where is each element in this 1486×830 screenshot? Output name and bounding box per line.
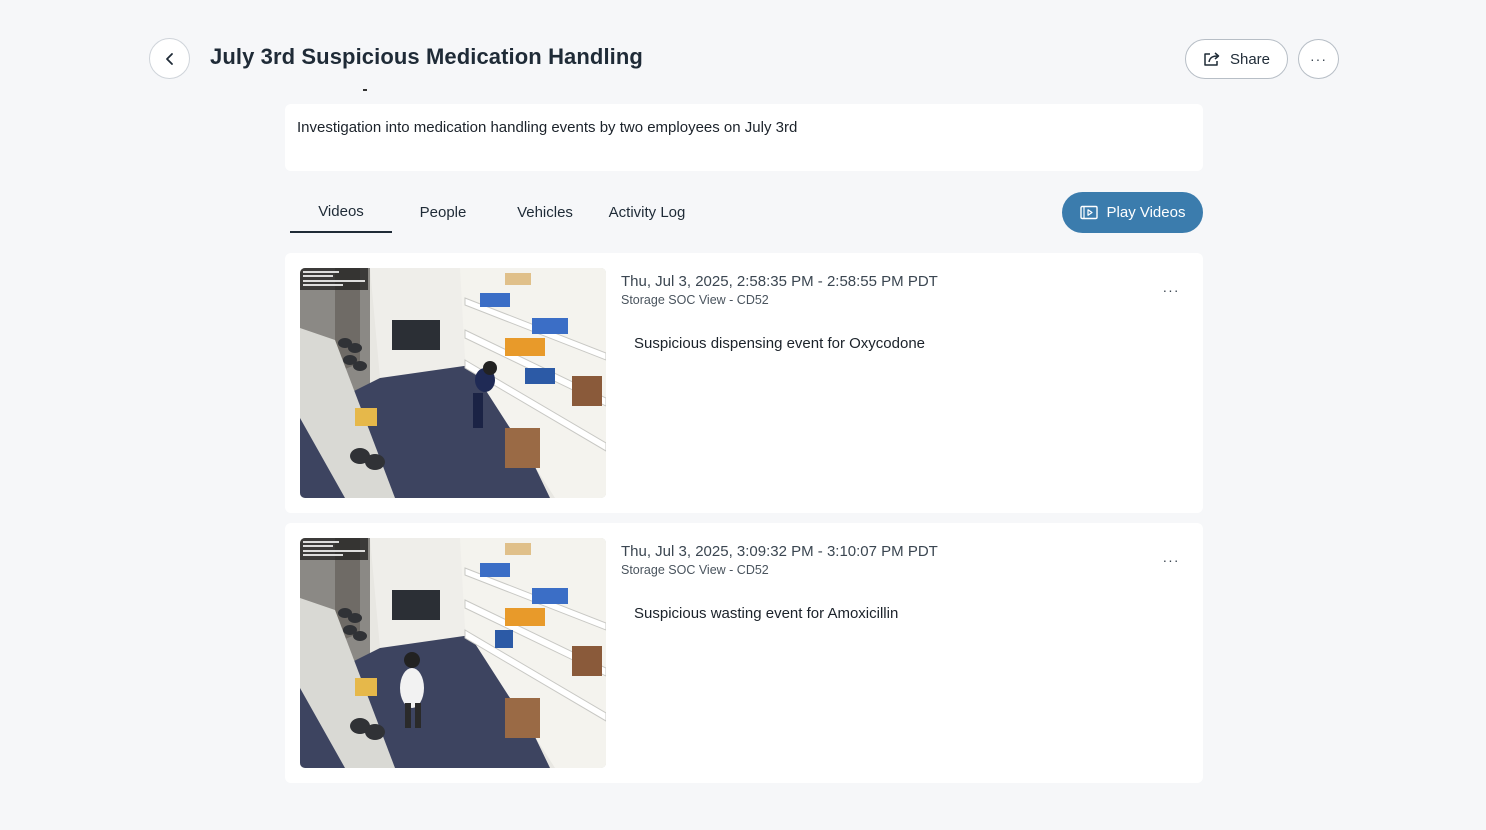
tab-activity-log[interactable]: Activity Log xyxy=(596,192,698,233)
event-camera-name: Storage SOC View - CD52 xyxy=(621,293,769,307)
event-time-range: Thu, Jul 3, 2025, 2:58:35 PM - 2:58:55 P… xyxy=(621,273,938,290)
event-description: Suspicious wasting event for Amoxicillin xyxy=(634,605,899,622)
tab-vehicles[interactable]: Vehicles xyxy=(494,192,596,233)
event-camera-name: Storage SOC View - CD52 xyxy=(621,563,769,577)
video-thumbnail[interactable] xyxy=(300,268,606,498)
play-videos-button[interactable]: Play Videos xyxy=(1062,192,1203,233)
share-button[interactable]: Share xyxy=(1185,39,1288,79)
description-card: Investigation into medication handling e… xyxy=(285,104,1203,171)
page-title: July 3rd Suspicious Medication Handling xyxy=(210,44,643,69)
page-more-button[interactable]: ··· xyxy=(1298,39,1339,79)
chevron-left-icon xyxy=(165,52,173,65)
event-time-range: Thu, Jul 3, 2025, 3:09:32 PM - 3:10:07 P… xyxy=(621,543,938,560)
tab-people-label: People xyxy=(419,204,467,221)
event-more-button[interactable]: ··· xyxy=(1159,280,1183,300)
event-description: Suspicious dispensing event for Oxycodon… xyxy=(634,335,926,352)
divider-mark xyxy=(363,89,367,91)
tab-activity-log-label: Activity Log xyxy=(608,204,686,221)
tab-people[interactable]: People xyxy=(392,192,494,233)
share-label: Share xyxy=(1229,50,1271,68)
event-card: Thu, Jul 3, 2025, 2:58:35 PM - 2:58:55 P… xyxy=(285,253,1203,513)
video-thumbnail[interactable] xyxy=(300,538,606,768)
back-button[interactable] xyxy=(149,38,190,79)
more-horizontal-icon: ··· xyxy=(1310,51,1327,67)
event-more-button[interactable]: ··· xyxy=(1159,550,1183,570)
tab-videos[interactable]: Videos xyxy=(290,192,392,233)
tab-videos-label: Videos xyxy=(318,203,364,220)
play-videos-label: Play Videos xyxy=(1106,204,1186,221)
description-text: Investigation into medication handling e… xyxy=(297,119,798,136)
more-horizontal-icon: ··· xyxy=(1162,282,1180,298)
page: July 3rd Suspicious Medication Handling … xyxy=(0,0,1486,830)
more-horizontal-icon: ··· xyxy=(1162,552,1180,568)
event-card: Thu, Jul 3, 2025, 3:09:32 PM - 3:10:07 P… xyxy=(285,523,1203,783)
share-icon xyxy=(1204,52,1220,66)
play-video-icon xyxy=(1079,205,1098,220)
tab-vehicles-label: Vehicles xyxy=(517,204,573,221)
